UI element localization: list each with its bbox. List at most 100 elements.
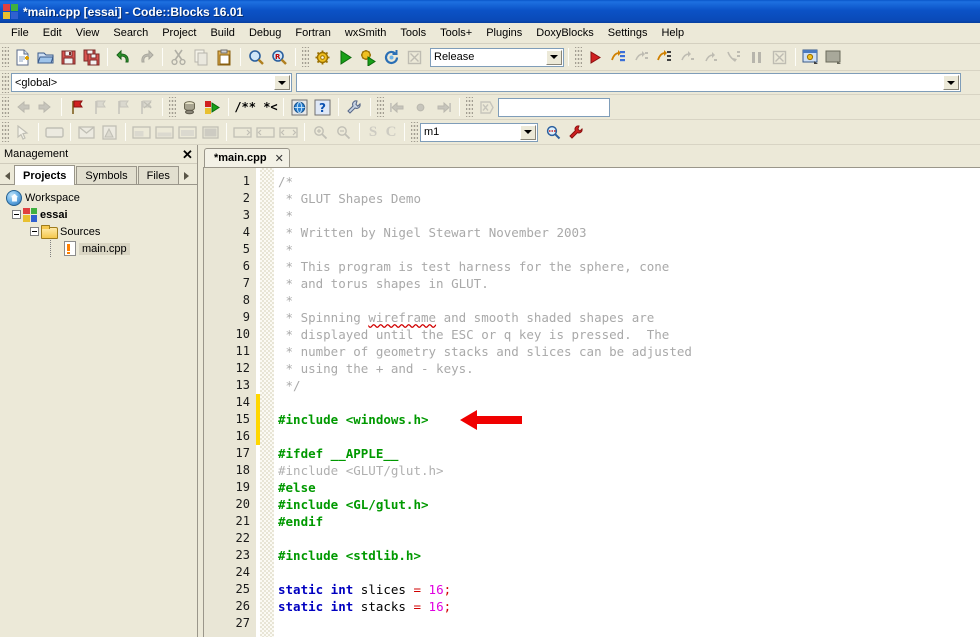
- menu-debug[interactable]: Debug: [242, 24, 288, 43]
- pointer-select-icon[interactable]: [11, 121, 34, 143]
- tab-projects[interactable]: Projects: [14, 165, 76, 185]
- menu-doxyblocks[interactable]: DoxyBlocks: [529, 24, 600, 43]
- find-icon[interactable]: [245, 46, 268, 68]
- fold-slot[interactable]: [260, 445, 274, 462]
- bookmark-clear-icon[interactable]: [135, 96, 158, 118]
- toolbar-grip-nav[interactable]: [2, 97, 9, 117]
- chevron-down-icon[interactable]: [520, 124, 536, 140]
- wxsmith-panel-icon[interactable]: [43, 121, 66, 143]
- save-all-icon[interactable]: [80, 46, 103, 68]
- doxyblocks-help-icon[interactable]: ?: [311, 96, 334, 118]
- tree-expander-icon[interactable]: [30, 227, 39, 236]
- toolbar-grip-scope[interactable]: [2, 72, 9, 93]
- doxyblocks-html-icon[interactable]: [288, 96, 311, 118]
- editor-surface[interactable]: 1 2 3 4 5 6 7 8 9 10 11 12 13 14 15 16 17 18 19 20 21 22 23 24 2…: [203, 167, 980, 637]
- fold-slot[interactable]: [260, 207, 274, 224]
- toolbar-grip-wxsmith[interactable]: [2, 122, 9, 142]
- tree-expander-icon[interactable]: [12, 210, 21, 219]
- fold-margin[interactable]: [260, 168, 274, 637]
- toolbar-grip-build[interactable]: [302, 47, 309, 67]
- tree-item-project[interactable]: essai: [2, 206, 197, 223]
- nav-forward-icon[interactable]: [34, 96, 57, 118]
- symbol-search-icon[interactable]: [542, 121, 565, 143]
- build-target-select[interactable]: Release: [430, 47, 564, 67]
- close-icon[interactable]: ✕: [275, 152, 284, 165]
- zoom-in-icon[interactable]: [309, 121, 332, 143]
- fold-slot[interactable]: [260, 547, 274, 564]
- editor-tab-main-cpp[interactable]: *main.cpp ✕: [204, 148, 290, 167]
- toolbar-grip-debug[interactable]: [575, 47, 582, 67]
- menu-settings[interactable]: Settings: [601, 24, 655, 43]
- bookmark-prev-icon[interactable]: [89, 96, 112, 118]
- fortran-jump-forward-icon[interactable]: [432, 96, 455, 118]
- toolbar-grip-main[interactable]: [2, 47, 9, 67]
- layout-fill-icon[interactable]: [199, 121, 222, 143]
- fold-slot[interactable]: [260, 377, 274, 394]
- menu-file[interactable]: File: [4, 24, 36, 43]
- build-and-run-icon[interactable]: [357, 46, 380, 68]
- code-text-area[interactable]: /* * GLUT Shapes Demo * * Written by Nig…: [274, 168, 980, 637]
- tab-files[interactable]: Files: [137, 166, 179, 184]
- menu-wxsmith[interactable]: wxSmith: [338, 24, 394, 43]
- tab-scroll-left-icon[interactable]: [1, 167, 14, 184]
- debug-next-instruction-icon[interactable]: [653, 46, 676, 68]
- doxyblocks-run-icon[interactable]: [178, 96, 201, 118]
- debug-step-out-icon[interactable]: [699, 46, 722, 68]
- align-right-icon[interactable]: [254, 121, 277, 143]
- toolbar-grip-filter[interactable]: [466, 97, 473, 117]
- align-left-icon[interactable]: [231, 121, 254, 143]
- fold-slot[interactable]: [260, 581, 274, 598]
- toolbar-grip-fortran[interactable]: [377, 97, 384, 117]
- tree-item-workspace[interactable]: Workspace: [2, 189, 197, 206]
- tab-symbols[interactable]: Symbols: [76, 166, 137, 184]
- menu-search[interactable]: Search: [106, 24, 155, 43]
- menu-project[interactable]: Project: [155, 24, 203, 43]
- debug-step-into-icon[interactable]: [676, 46, 699, 68]
- save-icon[interactable]: [57, 46, 80, 68]
- fold-slot[interactable]: [260, 513, 274, 530]
- chevron-down-icon[interactable]: [274, 75, 290, 90]
- menu-tools-plus[interactable]: Tools+: [433, 24, 479, 43]
- align-expand-icon[interactable]: [277, 121, 300, 143]
- fortran-clear-icon[interactable]: [475, 96, 498, 118]
- close-icon[interactable]: ✕: [180, 147, 195, 162]
- fold-slot[interactable]: [260, 411, 274, 428]
- fold-slot[interactable]: [260, 224, 274, 241]
- bookmark-toggle-icon[interactable]: [66, 96, 89, 118]
- copy-icon[interactable]: [190, 46, 213, 68]
- fortran-jump-back-icon[interactable]: [386, 96, 409, 118]
- fold-slot[interactable]: [260, 428, 274, 445]
- tree-item-sources[interactable]: Sources: [2, 223, 197, 240]
- fortran-filter-input[interactable]: [498, 97, 610, 117]
- fold-slot[interactable]: [260, 564, 274, 581]
- scope-select[interactable]: <global>: [11, 73, 292, 92]
- menu-edit[interactable]: Edit: [36, 24, 69, 43]
- build-icon[interactable]: [311, 46, 334, 68]
- cut-icon[interactable]: [167, 46, 190, 68]
- menu-plugins[interactable]: Plugins: [479, 24, 529, 43]
- rebuild-icon[interactable]: [380, 46, 403, 68]
- fold-slot[interactable]: [260, 275, 274, 292]
- doxyblocks-comment-icon[interactable]: /** *<: [233, 96, 279, 118]
- debug-step-instruction-icon[interactable]: [722, 46, 745, 68]
- debugging-info-icon[interactable]: [823, 46, 846, 68]
- debug-run-to-cursor-icon[interactable]: [607, 46, 630, 68]
- fold-slot[interactable]: [260, 241, 274, 258]
- fold-slot[interactable]: [260, 360, 274, 377]
- replace-icon[interactable]: R: [268, 46, 291, 68]
- bookmark-next-icon[interactable]: [112, 96, 135, 118]
- fold-slot[interactable]: [260, 292, 274, 309]
- zoom-out-icon[interactable]: [332, 121, 355, 143]
- doxyblocks-config-icon[interactable]: [343, 96, 366, 118]
- debug-stop-icon[interactable]: [768, 46, 791, 68]
- fold-slot[interactable]: [260, 343, 274, 360]
- layout-bottom-icon[interactable]: [153, 121, 176, 143]
- redo-icon[interactable]: [135, 46, 158, 68]
- fold-slot[interactable]: [260, 598, 274, 615]
- new-file-icon[interactable]: [11, 46, 34, 68]
- tree-item-main-cpp[interactable]: main.cpp: [2, 240, 197, 257]
- abort-build-icon[interactable]: [403, 46, 426, 68]
- toolbar-grip-resource[interactable]: [411, 122, 418, 142]
- fold-slot[interactable]: [260, 309, 274, 326]
- fold-slot[interactable]: [260, 190, 274, 207]
